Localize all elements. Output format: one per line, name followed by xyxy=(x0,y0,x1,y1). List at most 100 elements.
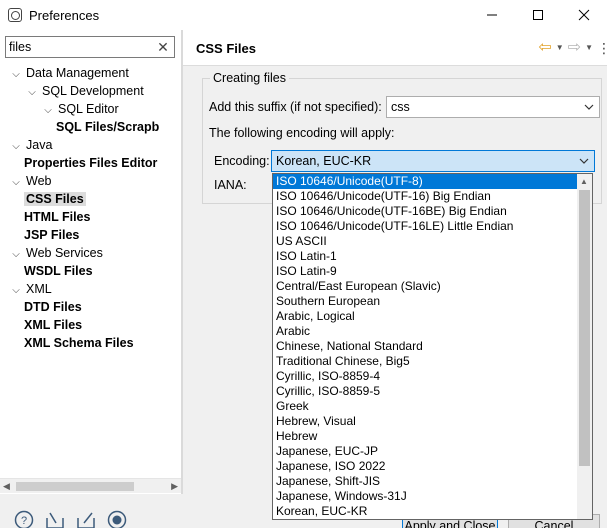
scroll-right-icon[interactable]: ▶ xyxy=(171,481,178,492)
encoding-option[interactable]: ISO Latin-1 xyxy=(273,249,577,264)
close-button[interactable] xyxy=(561,0,607,30)
tree-item-label: SQL Development xyxy=(42,84,144,98)
back-dropdown-icon[interactable]: ▼ xyxy=(556,39,564,57)
filter-input[interactable] xyxy=(9,39,149,55)
encoding-option[interactable]: Traditional Chinese, Big5 xyxy=(273,354,577,369)
back-arrow-icon[interactable]: ⇦ xyxy=(538,39,551,57)
expand-chevron-icon[interactable]: ⌵ xyxy=(42,102,54,120)
encoding-combo[interactable]: Korean, EUC-KR xyxy=(271,150,595,172)
encoding-option[interactable]: Japanese, EUC-JP xyxy=(273,444,577,459)
encoding-option[interactable]: ISO 10646/Unicode(UTF-16BE) Big Endian xyxy=(273,204,577,219)
close-icon xyxy=(578,9,590,21)
expand-chevron-icon[interactable]: ⌵ xyxy=(10,282,22,300)
tree-horizontal-scrollbar[interactable]: ◀ ▶ xyxy=(0,478,181,493)
tree-item[interactable]: ⌵ Data Management xyxy=(10,64,129,82)
iana-label: IANA: xyxy=(214,178,247,192)
view-menu-icon[interactable]: ⋮ xyxy=(597,39,607,57)
tree-item[interactable]: DTD Files xyxy=(24,298,82,316)
encoding-option[interactable]: Japanese, Windows-31J xyxy=(273,489,577,504)
tree-item[interactable]: ⌵ Web Services xyxy=(10,244,103,262)
minimize-button[interactable] xyxy=(469,0,515,30)
maximize-button[interactable] xyxy=(515,0,561,30)
window-title: Preferences xyxy=(29,7,100,23)
expand-chevron-icon[interactable]: ⌵ xyxy=(10,138,22,156)
page-title: CSS Files xyxy=(196,41,256,56)
tree-item[interactable]: SQL Files/Scrapb xyxy=(56,118,159,136)
suffix-combo[interactable]: css xyxy=(386,96,600,118)
tree-item[interactable]: ⌵ SQL Development xyxy=(26,82,144,102)
tree-item[interactable]: WSDL Files xyxy=(24,262,93,280)
page-header: CSS Files ⇦ ▼ ⇨ ▼ ⋮ xyxy=(183,30,607,66)
encoding-option[interactable]: Japanese, ISO 2022 xyxy=(273,459,577,474)
encoding-dropdown-list[interactable]: ▲ ISO 10646/Unicode(UTF-8) ISO 10646/Unic… xyxy=(272,173,593,520)
forward-dropdown-icon[interactable]: ▼ xyxy=(585,39,593,57)
title-bar: Preferences xyxy=(0,0,607,30)
encoding-option[interactable]: Central/East European (Slavic) xyxy=(273,279,577,294)
suffix-label: Add this suffix (if not specified): xyxy=(209,100,382,114)
tree-item[interactable]: JSP Files xyxy=(24,226,79,244)
encoding-option[interactable]: Greek xyxy=(273,399,577,414)
tree-item-label: Java xyxy=(26,138,53,152)
encoding-value: Korean, EUC-KR xyxy=(276,154,372,168)
forward-arrow-icon[interactable]: ⇨ xyxy=(568,39,581,57)
import-icon[interactable] xyxy=(45,510,65,528)
page-navigation: ⇦ ▼ ⇨ ▼ ⋮ xyxy=(534,39,607,57)
tree-item[interactable]: CSS Files xyxy=(24,190,86,208)
encoding-option[interactable]: Hebrew xyxy=(273,429,577,444)
tree-item-label: DTD Files xyxy=(24,300,82,314)
scroll-up-icon[interactable]: ▲ xyxy=(580,177,588,186)
dropdown-scroll-thumb[interactable] xyxy=(579,190,590,466)
encoding-apply-label: The following encoding will apply: xyxy=(209,126,395,140)
expand-chevron-icon[interactable]: ⌵ xyxy=(26,84,38,102)
dropdown-scrollbar[interactable]: ▲ xyxy=(577,174,592,519)
help-icon[interactable]: ? xyxy=(14,510,34,528)
encoding-option[interactable]: Southern European xyxy=(273,294,577,309)
encoding-option[interactable]: Cyrillic, ISO-8859-5 xyxy=(273,384,577,399)
encoding-option[interactable]: Arabic, Logical xyxy=(273,309,577,324)
tree-item[interactable]: HTML Files xyxy=(24,208,90,226)
tree-item-label: XML xyxy=(26,282,52,296)
group-label: Creating files xyxy=(210,71,289,85)
filter-field[interactable]: ✕ xyxy=(5,36,175,58)
scroll-thumb[interactable] xyxy=(16,482,134,491)
tree-item[interactable]: ⌵ XML xyxy=(10,280,52,298)
tree-item[interactable]: Properties Files Editor xyxy=(24,154,157,172)
encoding-option[interactable]: Japanese, Shift-JIS xyxy=(273,474,577,489)
record-icon[interactable] xyxy=(107,510,127,528)
clear-icon[interactable]: ✕ xyxy=(156,39,170,55)
encoding-option[interactable]: ISO 10646/Unicode(UTF-16LE) Little Endia… xyxy=(273,219,577,234)
encoding-option[interactable]: Korean, EUC-KR xyxy=(273,504,577,519)
tree-item[interactable]: ⌵ Java xyxy=(10,136,52,154)
encoding-label: Encoding: xyxy=(214,154,270,168)
encoding-option[interactable]: Hebrew, Visual xyxy=(273,414,577,429)
tree-item-label: Data Management xyxy=(26,66,129,80)
tree-item-label: SQL Editor xyxy=(58,102,119,116)
tree-item-label: Web xyxy=(26,174,52,188)
export-icon[interactable] xyxy=(76,510,96,528)
expand-chevron-icon[interactable]: ⌵ xyxy=(10,246,22,264)
tree-item-label: XML Schema Files xyxy=(24,336,134,350)
tree-item[interactable]: XML Schema Files xyxy=(24,334,134,352)
tree-item[interactable]: XML Files xyxy=(24,316,82,334)
tree-item-label: JSP Files xyxy=(24,228,80,242)
chevron-down-icon xyxy=(579,158,589,164)
encoding-option[interactable]: Arabic xyxy=(273,324,577,339)
encoding-option[interactable]: Cyrillic, ISO-8859-4 xyxy=(273,369,577,384)
tree-item-label: SQL Files/Scrapb xyxy=(56,120,160,134)
eclipse-app-icon xyxy=(8,8,22,22)
encoding-option[interactable]: Chinese, National Standard xyxy=(273,339,577,354)
chevron-down-icon xyxy=(584,104,594,110)
encoding-option[interactable]: ISO Latin-9 xyxy=(273,264,577,279)
tree-item[interactable]: ⌵ SQL Editor xyxy=(42,100,119,120)
encoding-option[interactable]: ISO 10646/Unicode(UTF-8) xyxy=(273,174,577,189)
minimize-icon xyxy=(487,14,497,16)
maximize-icon xyxy=(533,10,543,20)
tree-item[interactable]: ⌵ Web xyxy=(10,172,51,190)
encoding-option[interactable]: US ASCII xyxy=(273,234,577,249)
svg-text:?: ? xyxy=(21,515,27,527)
expand-chevron-icon[interactable]: ⌵ xyxy=(10,66,22,84)
scroll-left-icon[interactable]: ◀ xyxy=(3,481,10,492)
window-controls xyxy=(469,0,607,30)
expand-chevron-icon[interactable]: ⌵ xyxy=(10,174,22,192)
encoding-option[interactable]: ISO 10646/Unicode(UTF-16) Big Endian xyxy=(273,189,577,204)
